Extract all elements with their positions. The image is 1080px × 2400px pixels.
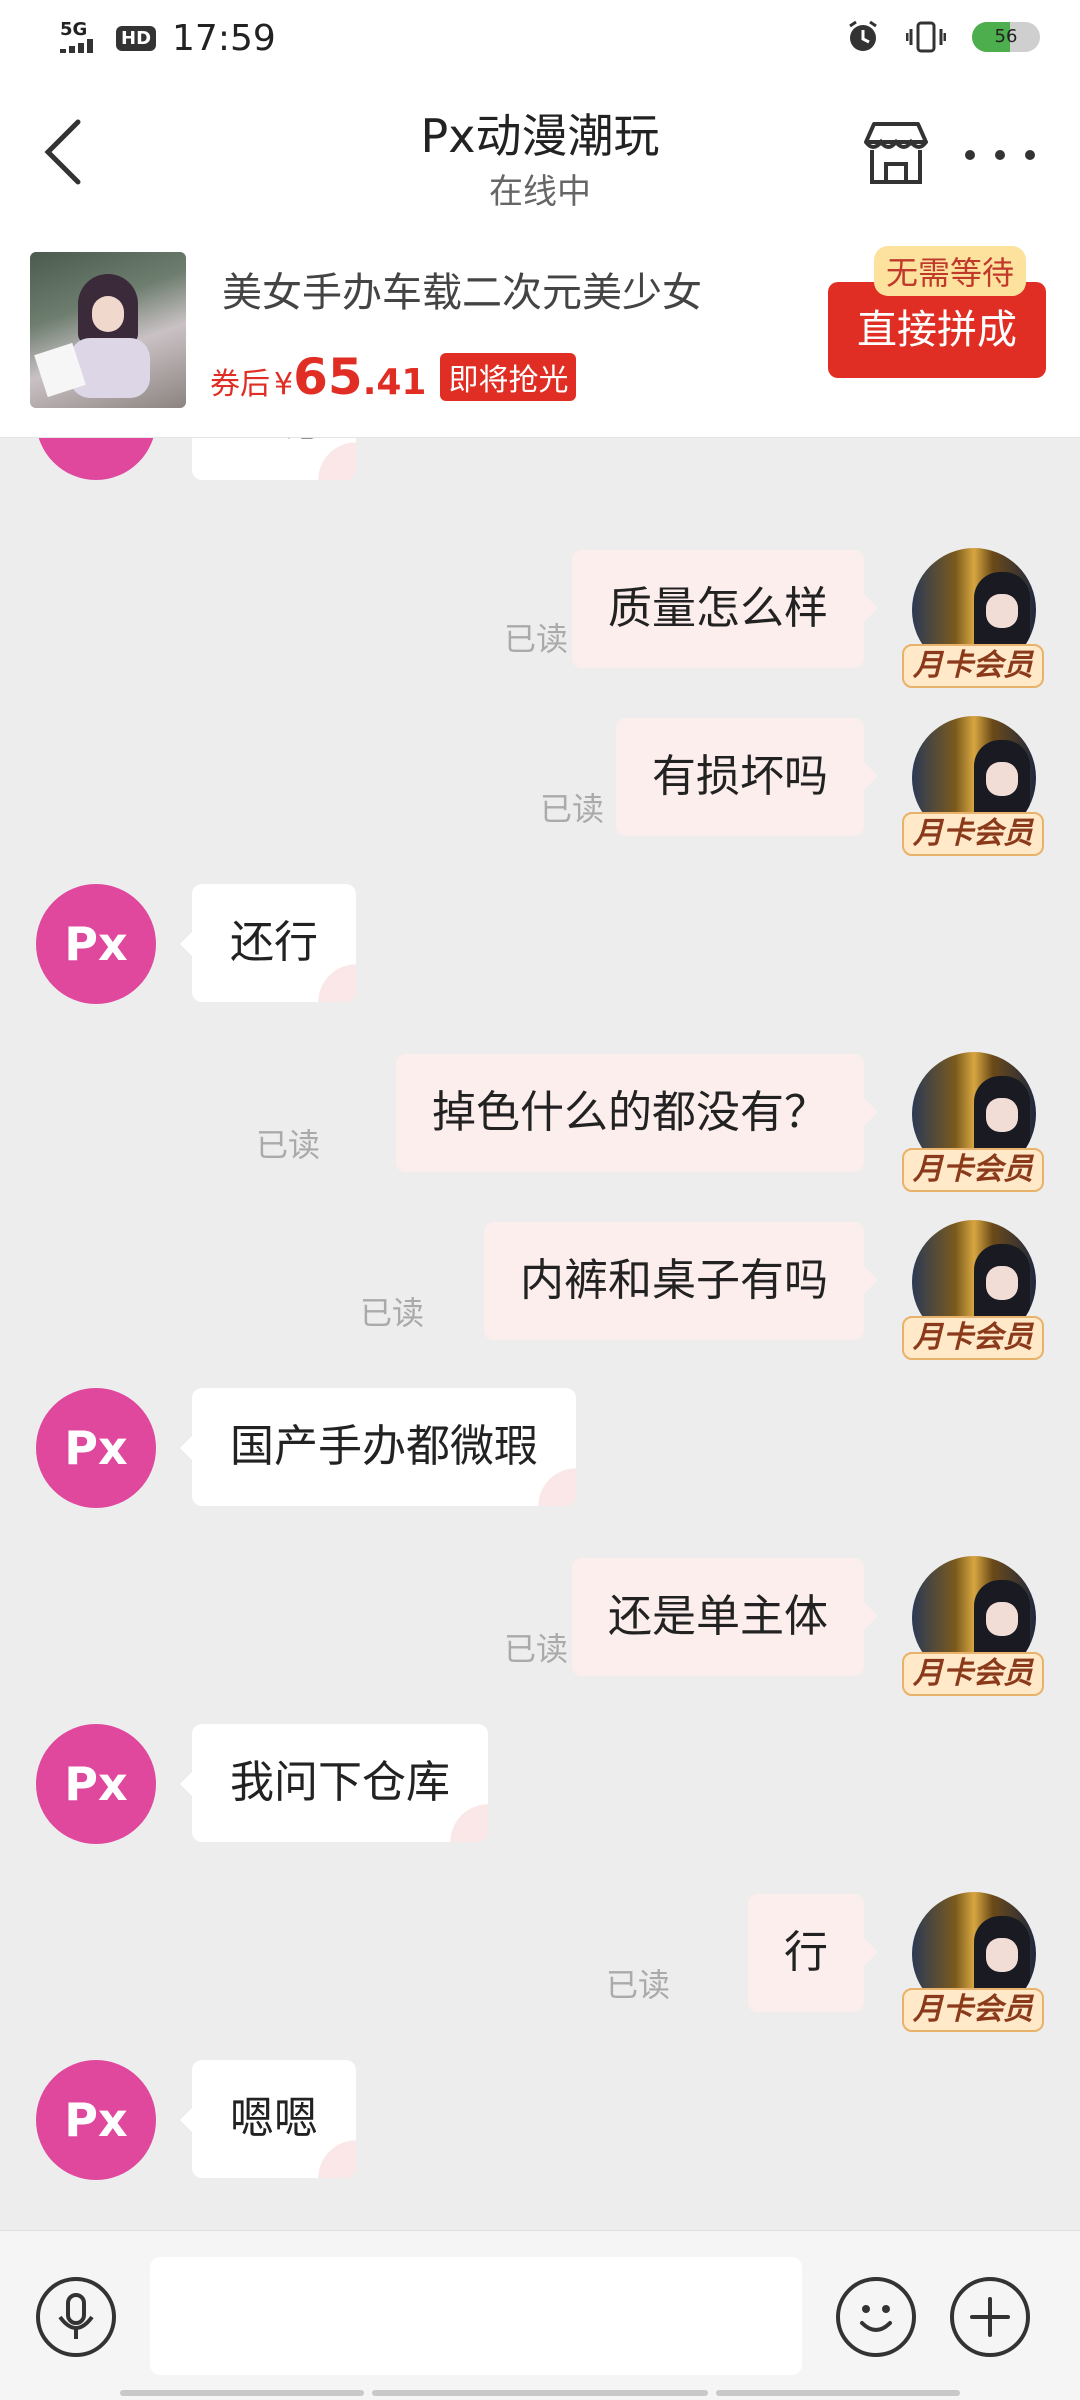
vip-badge: 月卡会员 [902, 644, 1044, 688]
status-bar: 5G HD 17:59 56 [0, 0, 1080, 80]
no-wait-badge: 无需等待 [874, 246, 1027, 296]
voice-button[interactable] [36, 2277, 116, 2357]
vip-badge: 月卡会员 [902, 1316, 1044, 1360]
input-bar [0, 2230, 1080, 2400]
price-integer: 65 [293, 348, 363, 406]
emoji-icon [860, 2305, 892, 2332]
message-bubble[interactable]: 有损坏吗 [616, 718, 864, 836]
read-status: 已读 [539, 790, 604, 828]
read-status: 已读 [605, 1966, 670, 2004]
clock-time: 17:59 [172, 18, 276, 59]
nav-indicator [120, 2390, 364, 2396]
message-bubble[interactable]: 内裤和桌子有吗 [484, 1222, 864, 1340]
nav-indicator [372, 2390, 708, 2396]
message-bubble[interactable]: 行 [748, 1894, 864, 2012]
message-bubble[interactable]: 我问下仓库 [192, 1724, 488, 1842]
peer-avatar[interactable]: Px [36, 1724, 156, 1844]
read-status: 已读 [503, 1630, 568, 1668]
nav-indicator [716, 2390, 960, 2396]
battery-icon: 56 [972, 22, 1040, 52]
hot-tag: 即将抢光 [440, 353, 577, 401]
read-status: 已读 [359, 1294, 424, 1332]
product-card[interactable]: 美女手办车载二次元美少女 券后 ¥ 65 .41 即将抢光 直接拼成 无需等待 [0, 230, 1080, 438]
alarm-icon [849, 20, 877, 51]
microphone-icon [58, 2293, 94, 2339]
vip-badge: 月卡会员 [902, 1652, 1044, 1696]
shop-icon[interactable] [860, 118, 932, 188]
more-icon[interactable] [962, 140, 1038, 170]
more-actions-button[interactable] [950, 2277, 1030, 2357]
message-bubble[interactable]: 还行 [192, 884, 356, 1002]
message-bubble[interactable]: 还是单主体 [572, 1558, 864, 1676]
message-bubble[interactable]: 国产手办都微瑕 [192, 1388, 576, 1506]
product-thumbnail[interactable] [30, 252, 186, 408]
chat-list[interactable]: Px 嗯呢 已读 质量怎么样 月卡会员 已读 有损坏吗 月卡会员 Px 还行 已… [0, 438, 1080, 2230]
price-decimal: .41 [362, 362, 427, 403]
peer-avatar[interactable]: Px [36, 1388, 156, 1508]
message-bubble[interactable]: 掉色什么的都没有？ [396, 1054, 864, 1172]
message-bubble[interactable]: 嗯嗯 [192, 2060, 356, 2178]
read-status: 已读 [503, 620, 568, 658]
product-price: 券后 ¥ 65 .41 即将抢光 [210, 348, 577, 406]
peer-avatar[interactable]: Px [36, 884, 156, 1004]
peer-avatar[interactable]: Px [36, 438, 156, 480]
message-input[interactable] [150, 2257, 802, 2375]
emoji-button[interactable] [836, 2277, 916, 2357]
currency-symbol: ¥ [274, 367, 294, 402]
plus-icon [970, 2297, 1010, 2337]
hd-icon: HD [116, 26, 157, 51]
buy-button[interactable]: 直接拼成 [828, 282, 1046, 378]
coupon-label: 券后 [210, 367, 270, 402]
signal-icon: 5G [60, 20, 106, 57]
product-title[interactable]: 美女手办车载二次元美少女 [222, 260, 772, 318]
chat-header: Px动漫潮玩 在线中 [0, 80, 1080, 230]
read-status: 已读 [255, 1126, 320, 1164]
vip-badge: 月卡会员 [902, 812, 1044, 856]
vip-badge: 月卡会员 [902, 1988, 1044, 2032]
vibrate-icon [906, 21, 946, 53]
message-bubble[interactable]: 嗯呢 [192, 438, 356, 480]
message-bubble[interactable]: 质量怎么样 [572, 550, 864, 668]
peer-avatar[interactable]: Px [36, 2060, 156, 2180]
vip-badge: 月卡会员 [902, 1148, 1044, 1192]
